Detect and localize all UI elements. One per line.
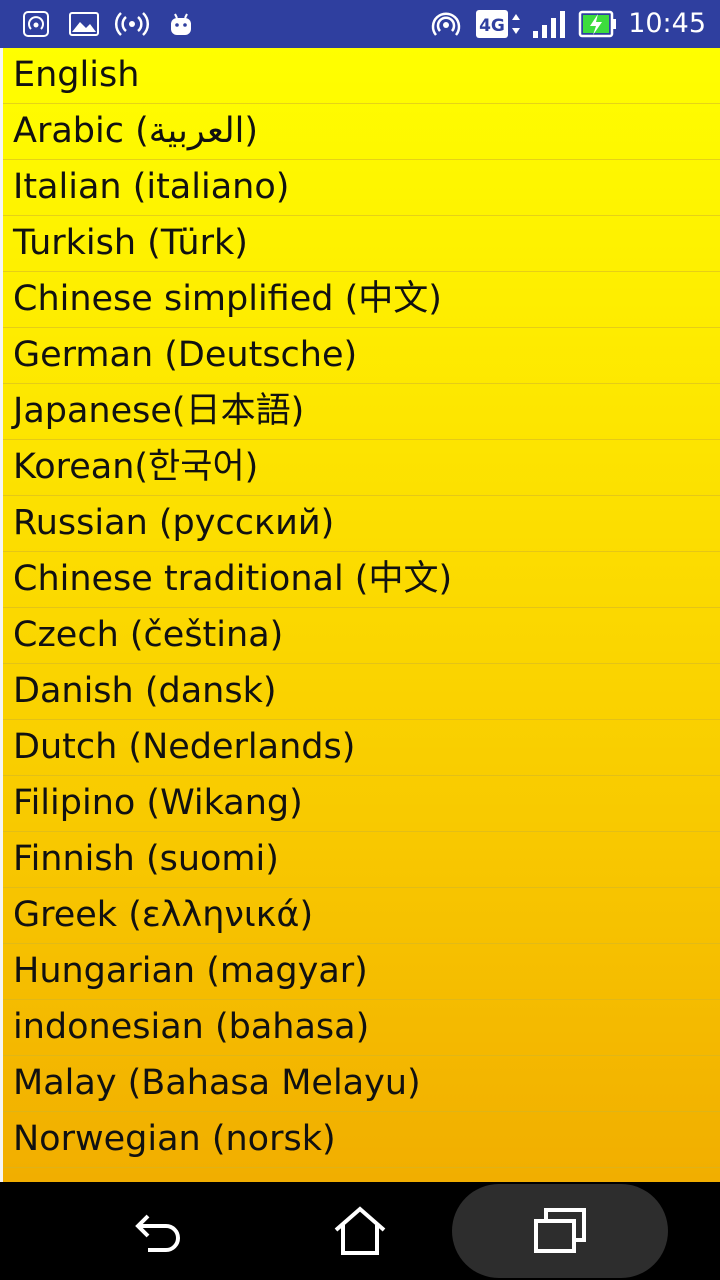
language-item[interactable]: Chinese simplified (中文) [3, 272, 720, 328]
hotspot-icon [22, 8, 50, 40]
language-item[interactable]: Greek (ελληνικά) [3, 888, 720, 944]
network-type-label: 4G [479, 16, 505, 36]
language-item[interactable]: Malay (Bahasa Melayu) [3, 1056, 720, 1112]
android-icon [168, 8, 194, 40]
language-item[interactable]: German (Deutsche) [3, 328, 720, 384]
language-item[interactable]: Turkish (Türk) [3, 216, 720, 272]
language-item[interactable]: Chinese traditional (中文) [3, 552, 720, 608]
home-icon [334, 1206, 386, 1255]
status-clock: 10:45 [628, 8, 706, 39]
language-list[interactable]: English Arabic (العربية) Italian (italiano… [3, 48, 720, 1168]
language-item[interactable]: Filipino (Wikang) [3, 776, 720, 832]
wifi-hotspot-icon [430, 8, 462, 40]
network-4g-icon: 4G [474, 8, 524, 40]
language-item[interactable]: Czech (čeština) [3, 608, 720, 664]
battery-charging-icon [578, 8, 618, 40]
language-item[interactable]: Japanese(日本語) [3, 384, 720, 440]
navigation-bar [0, 1182, 720, 1280]
language-item[interactable]: Norwegian (norsk) [3, 1112, 720, 1168]
signal-icon [530, 8, 568, 40]
language-item[interactable]: indonesian (bahasa) [3, 1000, 720, 1056]
language-item[interactable]: Danish (dansk) [3, 664, 720, 720]
language-item[interactable]: Italian (italiano) [3, 160, 720, 216]
language-item[interactable]: Arabic (العربية) [3, 104, 720, 160]
language-item[interactable]: Dutch (Nederlands) [3, 720, 720, 776]
status-bar: 4G 10:45 [0, 0, 720, 48]
recents-icon [534, 1208, 586, 1253]
language-item[interactable]: Korean(한국어) [3, 440, 720, 496]
language-item[interactable]: Russian (русский) [3, 496, 720, 552]
language-item[interactable]: Hungarian (magyar) [3, 944, 720, 1000]
back-button[interactable] [110, 1182, 210, 1280]
gallery-icon [68, 8, 100, 40]
language-item[interactable]: English [3, 48, 720, 104]
language-item[interactable]: Finnish (suomi) [3, 832, 720, 888]
home-button[interactable] [310, 1182, 410, 1280]
recents-button[interactable] [510, 1182, 610, 1280]
broadcast-icon [114, 8, 150, 40]
back-icon [135, 1214, 180, 1252]
language-list-container: English Arabic (العربية) Italian (italiano… [0, 48, 720, 1182]
